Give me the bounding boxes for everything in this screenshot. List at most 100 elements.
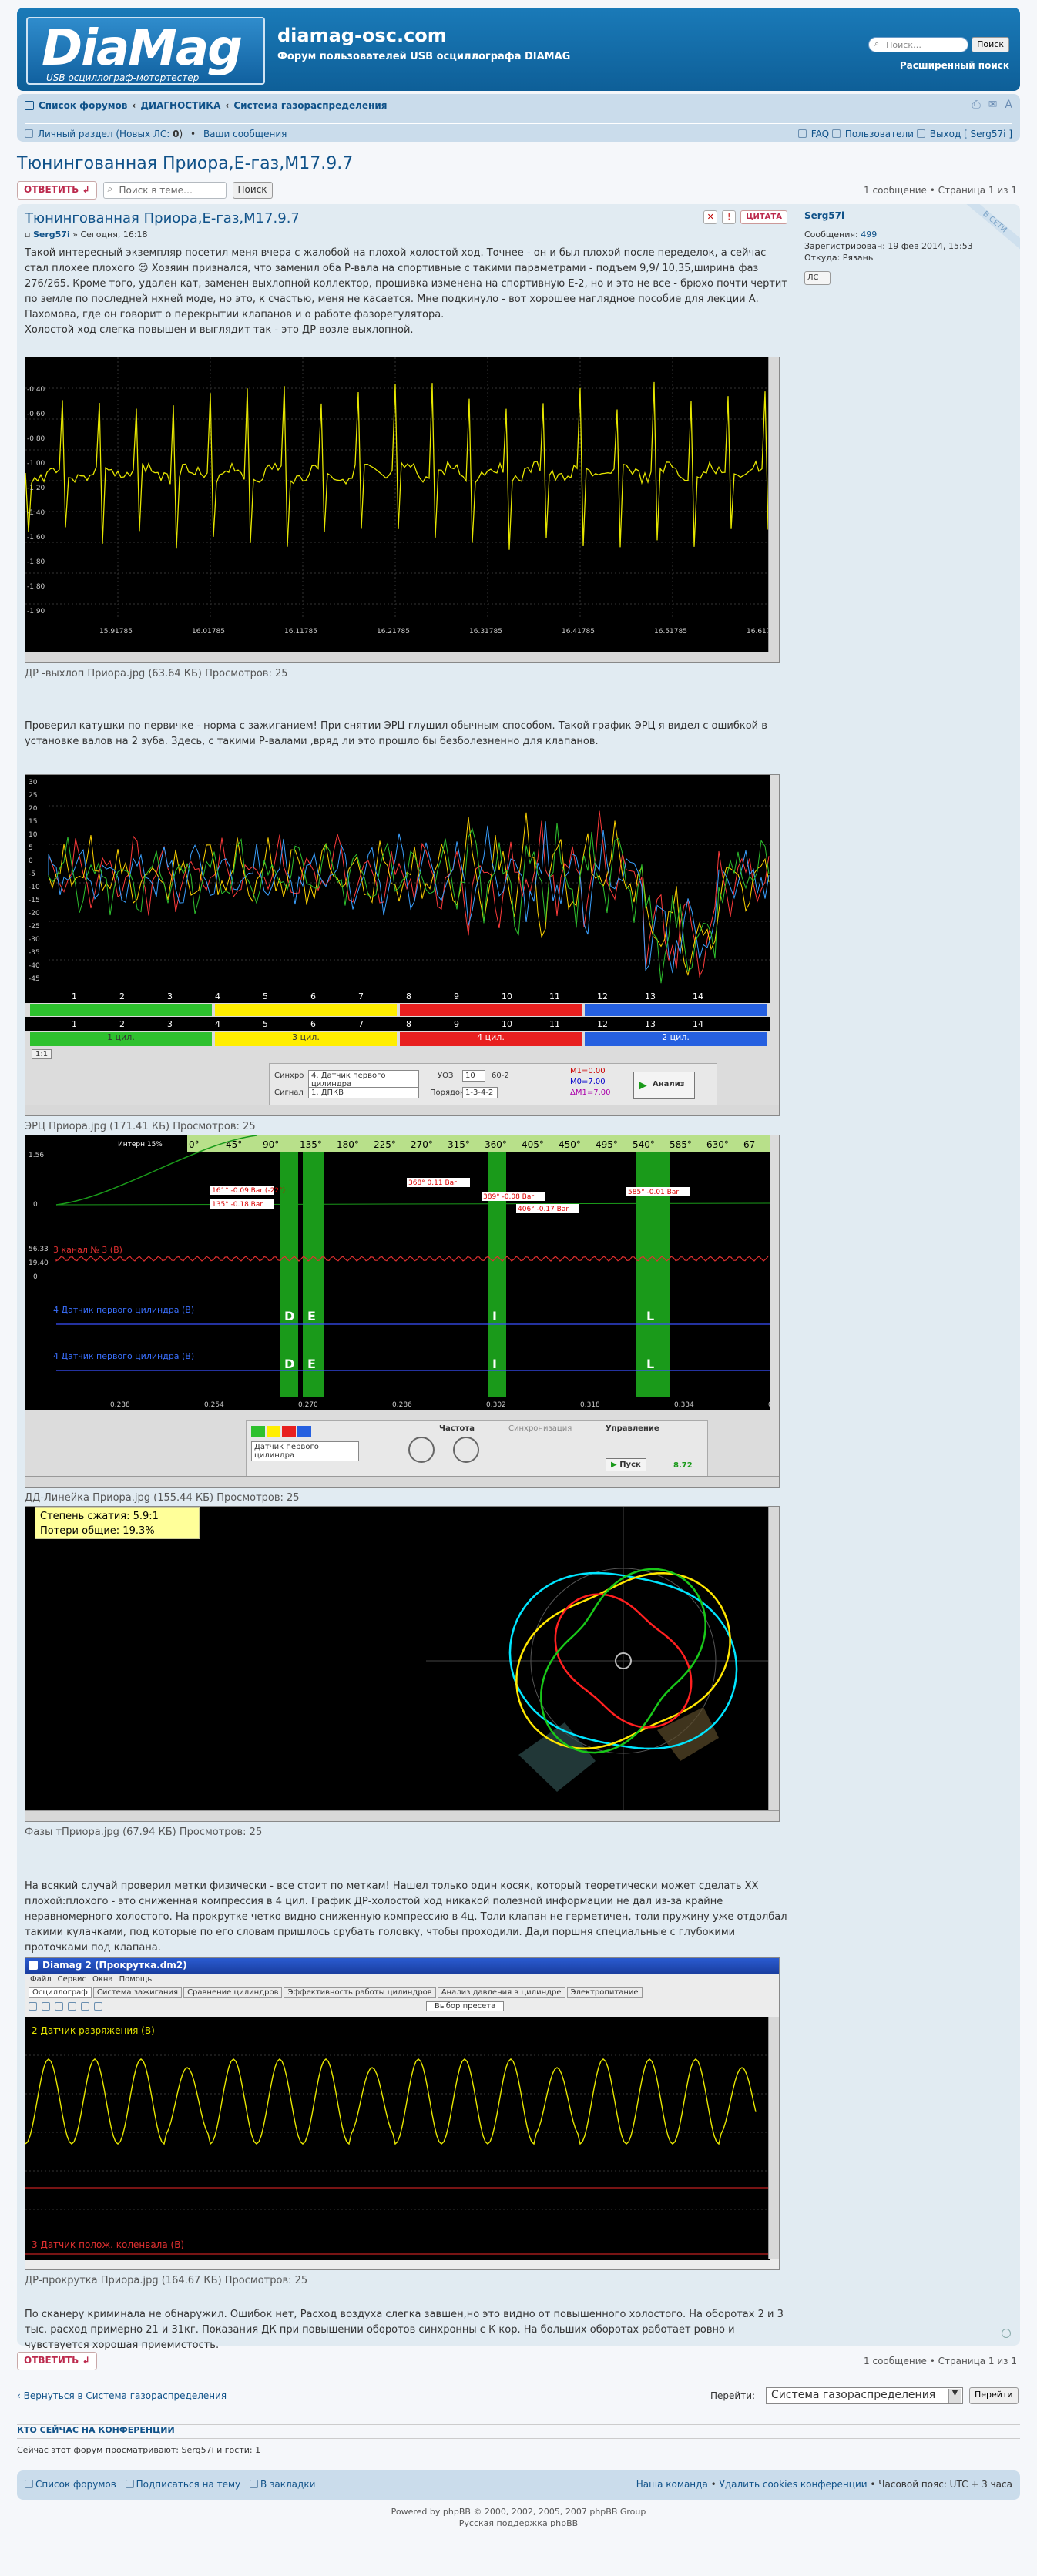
- channel-4-button[interactable]: [297, 1426, 311, 1437]
- post-title[interactable]: Тюнингованная Приора,Е-газ,М17.9.7: [25, 210, 787, 226]
- crumb-diagnostics[interactable]: ДИАГНОСТИКА: [140, 100, 220, 111]
- reply-button-bottom[interactable]: ОТВЕТИТЬ ↲: [17, 2352, 97, 2370]
- font-size-icon[interactable]: A: [1005, 99, 1012, 111]
- new-icon[interactable]: [29, 2002, 37, 2011]
- cursor-icon[interactable]: [81, 2002, 89, 2011]
- channel-1-button[interactable]: [251, 1426, 265, 1437]
- vertical-scrollbar[interactable]: [768, 357, 779, 652]
- cylinder-number: 9: [454, 991, 459, 1001]
- crumb-timing-system[interactable]: Система газораспределения: [233, 100, 387, 111]
- online-text: Сейчас этот форум просматривают: Serg57i…: [17, 2438, 1020, 2455]
- start-button[interactable]: ▶ Пуск: [606, 1458, 646, 1471]
- menu-windows[interactable]: Окна: [92, 1975, 113, 1984]
- cyl-label-2[interactable]: 2 цил.: [585, 1032, 767, 1046]
- quote-button[interactable]: ЦИТАТА: [740, 210, 787, 224]
- advanced-search-link[interactable]: Расширенный поиск: [900, 60, 1009, 71]
- open-icon[interactable]: [42, 2002, 50, 2011]
- profile-username[interactable]: Serg57i: [804, 210, 1012, 221]
- users-link[interactable]: Пользователи: [845, 129, 914, 139]
- post-author[interactable]: Serg57i: [33, 230, 70, 240]
- menu-service[interactable]: Сервис: [58, 1975, 86, 1984]
- horizontal-scrollbar[interactable]: [25, 652, 779, 662]
- faq-link[interactable]: FAQ: [811, 129, 829, 139]
- topic-title[interactable]: Тюнингованная Приора,Е-газ,М17.9.7: [17, 154, 1020, 173]
- topic-search-input[interactable]: Поиск в теме…: [102, 182, 227, 199]
- posts-count[interactable]: 499: [861, 230, 877, 240]
- delete-cookies-link[interactable]: Удалить cookies конференции: [720, 2479, 868, 2490]
- attachment-3[interactable]: 0° 45° 90° 135° 180° 225° 270° 315° 360° 405° 450°…: [25, 1135, 780, 1488]
- tab-ignition[interactable]: Система зажигания: [92, 1987, 183, 1998]
- time-knob[interactable]: [408, 1437, 435, 1463]
- y-tick-label: -30: [29, 936, 40, 944]
- cyl-label-1[interactable]: 1 цил.: [30, 1032, 212, 1046]
- cyl-label-3[interactable]: 3 цил.: [215, 1032, 397, 1046]
- delete-icon[interactable]: ✕: [703, 210, 718, 224]
- reply-button[interactable]: ОТВЕТИТЬ ↲: [17, 181, 97, 200]
- header-search-input[interactable]: Поиск…: [868, 37, 969, 52]
- horizontal-scrollbar[interactable]: [25, 1810, 779, 1821]
- attachment-1[interactable]: -0.40 -0.60 -0.80 -1.00 -1.20 -1.40 -1.60 -1.80…: [25, 357, 780, 663]
- email-icon[interactable]: ✉: [988, 99, 998, 111]
- horizontal-scrollbar[interactable]: [25, 1476, 779, 1487]
- jump-button[interactable]: Перейти: [969, 2387, 1019, 2404]
- tab-power[interactable]: Электропитание: [566, 1987, 643, 1998]
- jump-select[interactable]: Система газораспределения ▼: [766, 2387, 963, 2404]
- uoz-input[interactable]: 10: [462, 1070, 485, 1082]
- phase-diagram-screenshot: Степень сжатия: 5.9:1 Потери общие: 19.3…: [25, 1506, 780, 1822]
- footer-forum-index[interactable]: Список форумов: [35, 2479, 116, 2490]
- zoom-icon[interactable]: [68, 2002, 76, 2011]
- attachment-5-caption[interactable]: ДР-прокрутка Приора.jpg (164.67 КБ) Прос…: [25, 2275, 307, 2286]
- attachment-2-caption[interactable]: ЭРЦ Приора.jpg (171.41 КБ) Просмотров: 2…: [25, 1121, 256, 1132]
- order-select[interactable]: 1-3-4-2: [462, 1087, 498, 1098]
- site-logo[interactable]: DiaMag USB осциллограф-мотортестер: [26, 17, 265, 85]
- menu-help[interactable]: Помощь: [119, 1975, 153, 1984]
- back-to-top-icon[interactable]: [1002, 2329, 1011, 2338]
- crumb-forum-index[interactable]: Список форумов: [39, 100, 127, 111]
- attachment-2[interactable]: 30 25 20 15 10 5 0 -5 -10 -15 -20 -25 -30 -35 -40 -45 1…: [25, 774, 780, 1116]
- team-link[interactable]: Наша команда: [636, 2479, 708, 2490]
- subscribe-link[interactable]: Подписаться на тему: [136, 2479, 241, 2490]
- topic-search-button[interactable]: Поиск: [232, 182, 273, 199]
- logout-link[interactable]: Выход [ Serg57i ]: [930, 129, 1012, 139]
- user-icon: [25, 129, 33, 138]
- cylinder-number: 2: [119, 1019, 125, 1029]
- header-search-button[interactable]: Поиск: [972, 37, 1009, 52]
- tab-oscilloscope[interactable]: Осциллограф: [29, 1987, 92, 1998]
- attachment-5[interactable]: Diamag 2 (Прокрутка.dm2) Файл Сервис Окн…: [25, 1957, 780, 2270]
- time-tick-label: 0.302: [486, 1401, 506, 1409]
- y-tick-label: 20: [29, 805, 38, 813]
- attachment-4[interactable]: Степень сжатия: 5.9:1 Потери общие: 19.3…: [25, 1506, 780, 1822]
- attachment-1-caption[interactable]: ДР -выхлоп Приора.jpg (63.64 КБ) Просмот…: [25, 668, 288, 679]
- preset-select[interactable]: Выбор пресета: [426, 2001, 505, 2011]
- tab-pressure[interactable]: Анализ давления в цилиндре: [437, 1987, 565, 1998]
- attachment-3-caption[interactable]: ДД-Линейка Приора.jpg (155.44 КБ) Просмо…: [25, 1492, 300, 1504]
- tab-efficiency[interactable]: Эффективность работы цилиндров: [284, 1987, 436, 1998]
- russian-support-link[interactable]: Русская поддержка phpBB: [17, 2517, 1020, 2529]
- tab-cylinder-compare[interactable]: Сравнение цилиндров: [183, 1987, 283, 1998]
- zoom-select[interactable]: 1:1: [32, 1049, 52, 1059]
- analyze-button[interactable]: ▶ Анализ: [633, 1072, 695, 1099]
- channel-3-button[interactable]: [282, 1426, 296, 1437]
- report-icon[interactable]: !: [722, 210, 737, 224]
- menu-file[interactable]: Файл: [30, 1975, 52, 1984]
- vertical-scrollbar[interactable]: [768, 1507, 779, 1810]
- bookmark-link[interactable]: В закладки: [260, 2479, 315, 2490]
- your-posts-link[interactable]: Ваши сообщения: [203, 129, 287, 139]
- save-icon[interactable]: [55, 2002, 63, 2011]
- settings-icon[interactable]: [94, 2002, 102, 2011]
- pm-button[interactable]: ЛС: [804, 271, 831, 285]
- stroke-letter: I: [492, 1309, 497, 1323]
- degree-label: 495°: [596, 1139, 618, 1150]
- signal-select[interactable]: 1. ДПКВ: [308, 1087, 419, 1098]
- horizontal-scrollbar[interactable]: [25, 1105, 779, 1115]
- print-icon[interactable]: ⎙: [972, 99, 980, 111]
- frequency-knob[interactable]: [453, 1437, 479, 1463]
- cyl-label-4[interactable]: 4 цил.: [400, 1032, 582, 1046]
- channel-2-button[interactable]: [267, 1426, 280, 1437]
- vertical-scrollbar[interactable]: [768, 2017, 779, 2259]
- sensor-select[interactable]: Датчик первого цилиндра: [251, 1441, 359, 1461]
- attachment-4-caption[interactable]: Фазы тПриора.jpg (67.94 КБ) Просмотров: …: [25, 1826, 262, 1838]
- back-to-forum-link[interactable]: ‹ Вернуться в Система газораспределения: [17, 2390, 227, 2401]
- cylinder-number: 7: [358, 991, 364, 1001]
- personal-area-link[interactable]: Личный раздел (Новых ЛС:: [38, 129, 169, 139]
